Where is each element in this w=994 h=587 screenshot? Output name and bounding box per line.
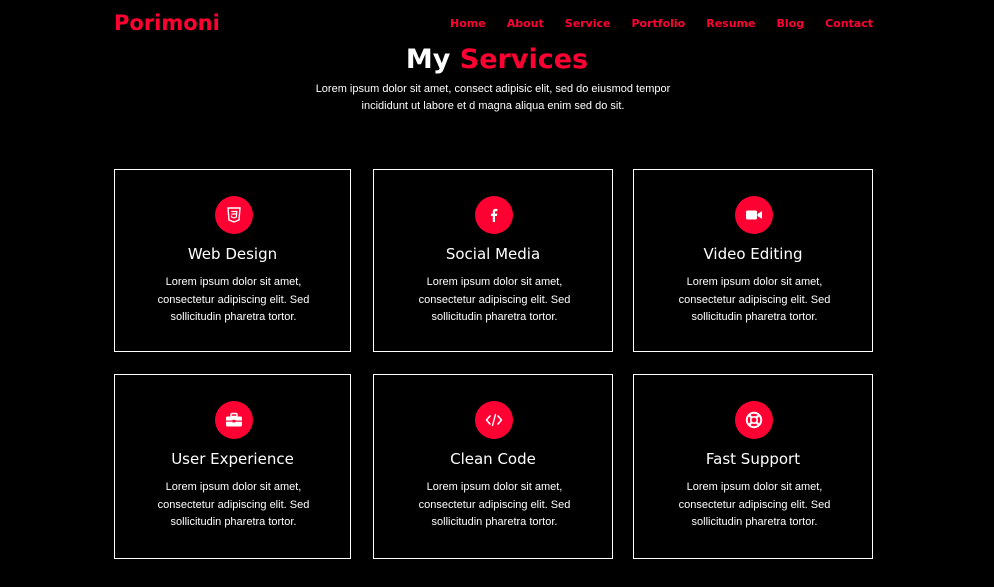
service-card-web-design: Web Design Lorem ipsum dolor sit amet, c… (114, 169, 351, 352)
facebook-icon (475, 196, 513, 234)
nav-about[interactable]: About (507, 17, 544, 30)
service-title: Social Media (445, 245, 541, 263)
service-title: Video Editing (703, 245, 803, 263)
lifebuoy-icon (735, 401, 773, 439)
section-subtitle: Lorem ipsum dolor sit amet, consect adip… (315, 83, 671, 112)
briefcase-icon (215, 401, 253, 439)
service-card-video-editing: Video Editing Lorem ipsum dolor sit amet… (633, 169, 873, 352)
main-nav: Home About Service Portfolio Resume Blog… (429, 17, 873, 30)
service-description: Lorem ipsum dolor sit amet, consectetur … (418, 481, 571, 528)
video-camera-icon (735, 196, 773, 234)
service-title: User Experience (171, 450, 294, 468)
section-title: My Services (0, 42, 994, 78)
nav-contact[interactable]: Contact (825, 17, 873, 30)
service-description: Lorem ipsum dolor sit amet, consectetur … (678, 276, 831, 323)
service-description: Lorem ipsum dolor sit amet, consectetur … (157, 276, 310, 323)
service-card-fast-support: Fast Support Lorem ipsum dolor sit amet,… (633, 374, 873, 559)
service-card-clean-code: Clean Code Lorem ipsum dolor sit amet, c… (373, 374, 613, 559)
service-description: Lorem ipsum dolor sit amet, consectetur … (418, 276, 571, 323)
service-description: Lorem ipsum dolor sit amet, consectetur … (157, 481, 310, 528)
nav-resume[interactable]: Resume (706, 17, 755, 30)
section-title-part1: My (405, 44, 451, 75)
service-card-user-experience: User Experience Lorem ipsum dolor sit am… (114, 374, 351, 559)
nav-blog[interactable]: Blog (776, 17, 804, 30)
service-title: Clean Code (450, 450, 536, 468)
site-logo[interactable]: Porimoni (114, 11, 220, 35)
service-title: Fast Support (705, 450, 801, 468)
code-icon (475, 401, 513, 439)
nav-portfolio[interactable]: Portfolio (632, 17, 686, 30)
nav-service[interactable]: Service (565, 17, 611, 30)
service-card-social-media: Social Media Lorem ipsum dolor sit amet,… (373, 169, 613, 352)
service-title: Web Design (187, 245, 278, 263)
service-description: Lorem ipsum dolor sit amet, consectetur … (678, 481, 831, 528)
html5-icon (215, 196, 253, 234)
nav-home[interactable]: Home (450, 17, 486, 30)
section-title-part2: Services (459, 44, 589, 75)
